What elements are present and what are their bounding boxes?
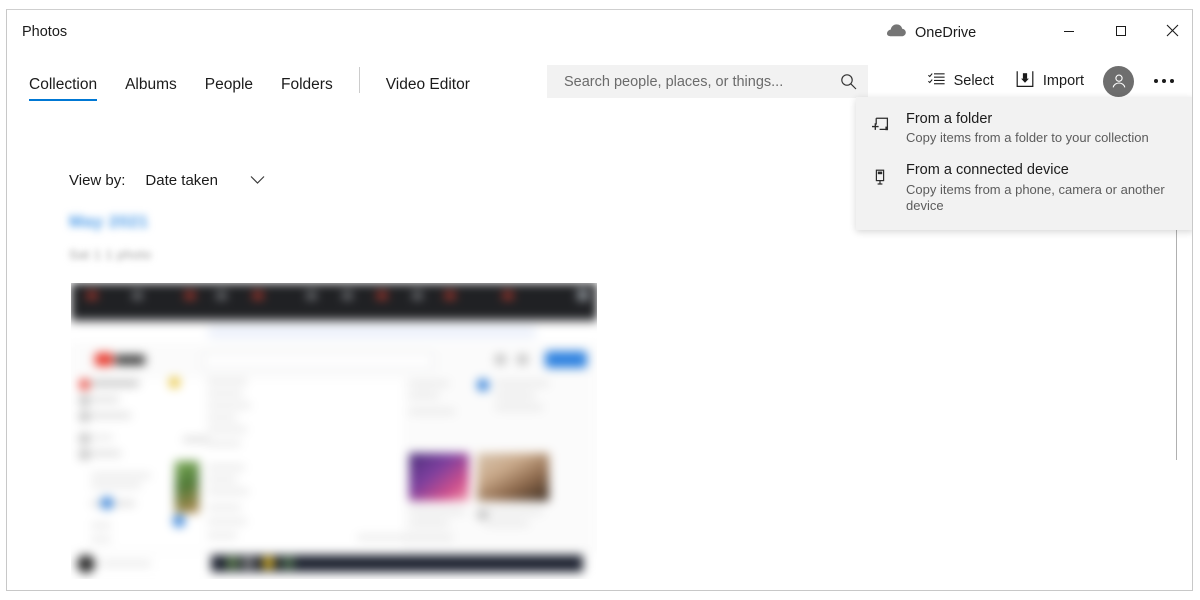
- view-by-value[interactable]: Date taken: [145, 172, 218, 189]
- minimize-icon: [1063, 30, 1074, 32]
- maximize-icon: [1115, 25, 1126, 36]
- onedrive-label: OneDrive: [915, 25, 977, 41]
- person-avatar-icon: [1112, 74, 1125, 88]
- menu-item-from-a-folder[interactable]: From a folder Copy items from a folder t…: [856, 103, 1192, 154]
- search-button[interactable]: [828, 65, 868, 98]
- import-tray-icon: [1016, 70, 1034, 92]
- menu-item-subtitle: Copy items from a phone, camera or anoth…: [906, 181, 1165, 213]
- view-by-label: View by:: [69, 171, 126, 189]
- photo-group-subtitle: Sat 1 1 photo: [69, 247, 152, 262]
- select-button[interactable]: Select: [917, 63, 1005, 99]
- search-icon: [840, 74, 856, 90]
- ellipsis-icon: [1162, 79, 1166, 83]
- ellipsis-icon: [1154, 79, 1158, 83]
- photo-thumbnail[interactable]: [71, 283, 597, 579]
- menu-item-subtitle: Copy items from a folder to your collect…: [906, 130, 1149, 146]
- tab-people[interactable]: People: [191, 76, 267, 107]
- menu-item-from-a-connected-device[interactable]: From a connected device Copy items from …: [856, 154, 1192, 222]
- photo-group-header: May 2021 Sat 1 1 photo: [69, 212, 152, 262]
- tab-video-editor[interactable]: Video Editor: [372, 76, 484, 107]
- checklist-icon: [927, 72, 945, 91]
- maximize-button[interactable]: [1097, 10, 1144, 51]
- tab-folders[interactable]: Folders: [267, 76, 347, 107]
- view-by-control[interactable]: View by: Date taken: [69, 168, 270, 192]
- title-bar: Photos OneDrive: [7, 10, 1192, 51]
- onedrive-status-button[interactable]: OneDrive: [887, 23, 976, 43]
- import-dropdown-menu: From a folder Copy items from a folder t…: [856, 97, 1192, 230]
- tab-strip: Collection Albums People Folders Video E…: [15, 51, 484, 106]
- menu-item-title: From a folder: [906, 111, 993, 127]
- select-label: Select: [953, 73, 994, 89]
- minimize-button[interactable]: [1045, 10, 1092, 51]
- cloud-icon: [887, 24, 906, 42]
- photo-group-date[interactable]: May 2021: [69, 212, 152, 232]
- close-button[interactable]: [1149, 10, 1192, 51]
- scrollbar-track-line: [1176, 192, 1177, 460]
- import-label: Import: [1042, 73, 1084, 89]
- command-buttons: Select Import: [917, 63, 1186, 99]
- view-by-dropdown-button[interactable]: [246, 168, 270, 192]
- tab-collection[interactable]: Collection: [15, 76, 111, 107]
- menu-item-title: From a connected device: [906, 162, 1069, 179]
- search-box[interactable]: [547, 65, 868, 98]
- usb-device-icon: [870, 165, 892, 187]
- avatar[interactable]: [1103, 65, 1134, 97]
- ellipsis-icon: [1170, 79, 1174, 83]
- folder-add-icon: [870, 114, 892, 136]
- close-icon: [1166, 24, 1179, 37]
- app-title: Photos: [22, 24, 68, 40]
- blurred-browser-screenshot: [71, 283, 597, 579]
- chevron-down-icon: [251, 176, 265, 184]
- photos-app-window: Photos OneDrive Collection Albums People…: [6, 9, 1193, 591]
- search-input[interactable]: [547, 73, 828, 90]
- tab-divider: [358, 67, 360, 93]
- tab-albums[interactable]: Albums: [111, 76, 191, 107]
- see-more-button[interactable]: [1142, 63, 1186, 99]
- import-button[interactable]: Import: [1005, 63, 1095, 99]
